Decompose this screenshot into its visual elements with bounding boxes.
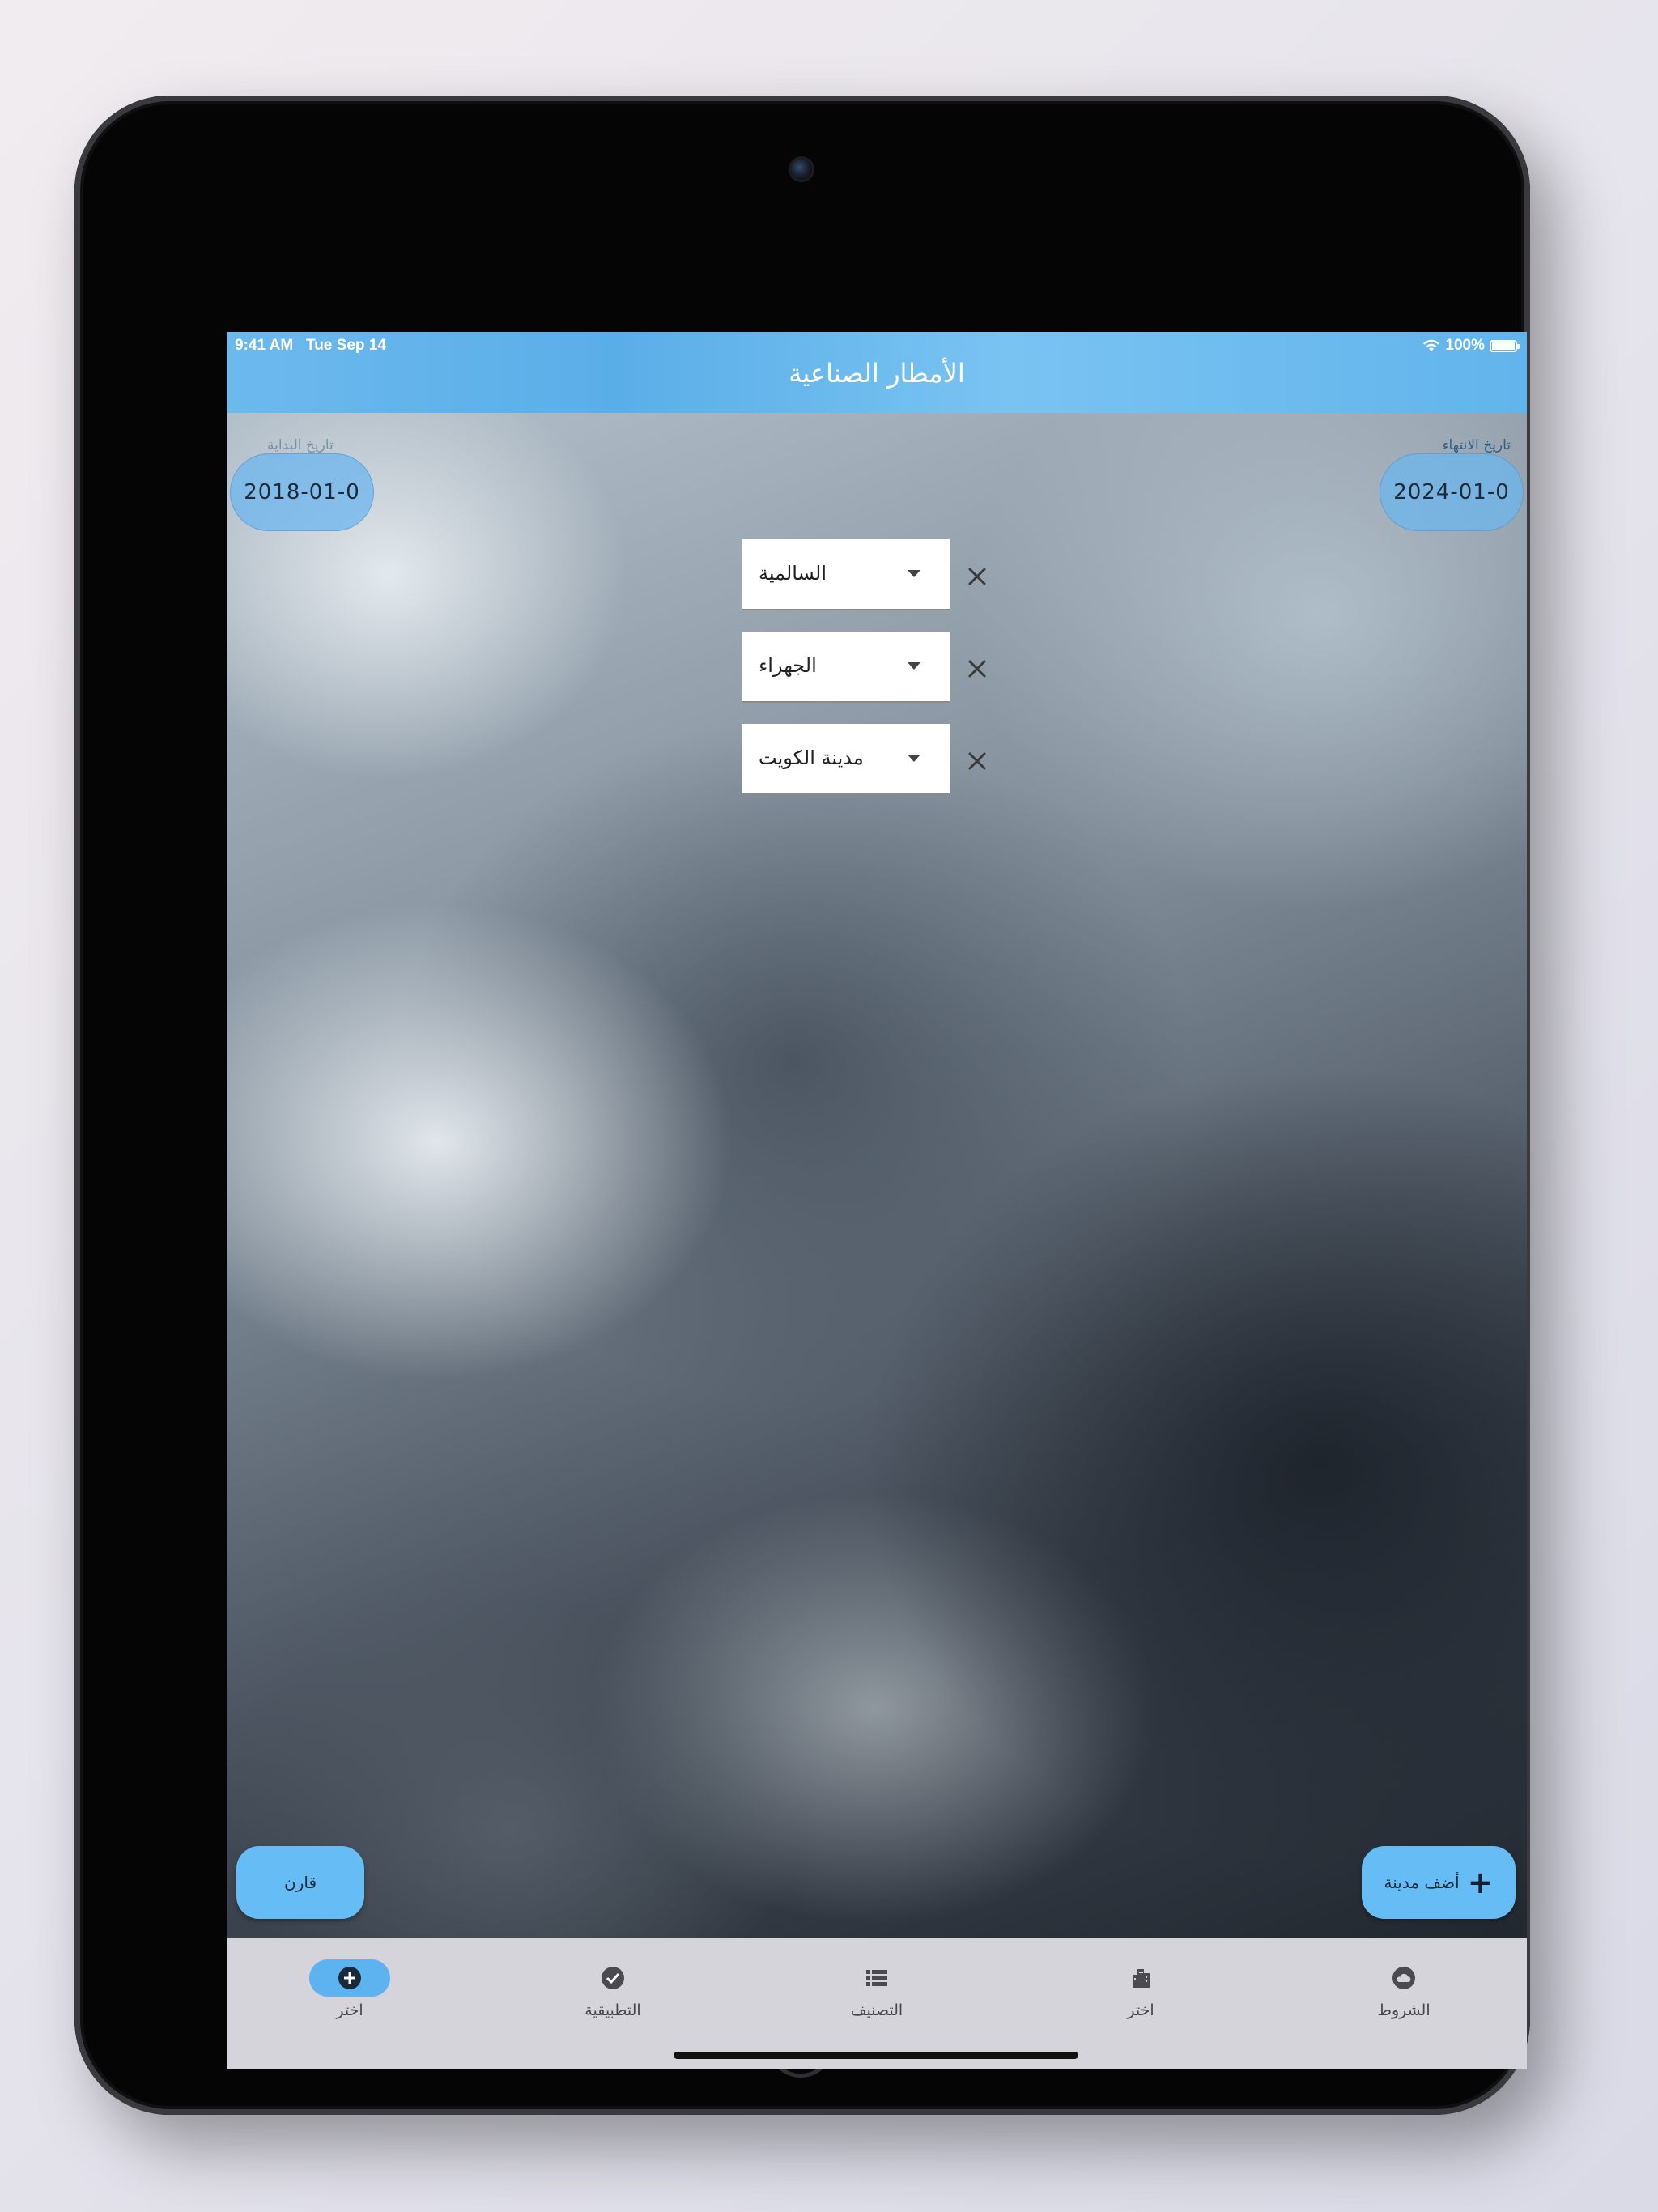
city-dropdown-value: السالمية [759, 562, 827, 585]
nav-icon-container [309, 1959, 390, 1997]
bottom-navigation: اختر التطبيقية التصنيف اختر الشروط [227, 1938, 1527, 2069]
caret-down-icon [908, 662, 920, 670]
cloud-circle-icon [1392, 1967, 1415, 1989]
compare-button-label: قارن [284, 1873, 317, 1892]
front-camera [791, 159, 812, 180]
battery-icon [1490, 339, 1520, 352]
close-icon[interactable] [963, 654, 992, 683]
home-indicator [674, 2052, 1078, 2059]
close-icon[interactable] [963, 562, 992, 591]
add-city-label: أضف مدينة [1384, 1873, 1460, 1892]
end-date-label: تاريخ الانتهاء [1442, 437, 1511, 453]
nav-label: التطبيقية [585, 2001, 641, 2019]
status-bar: 9:41 AM Tue Sep 14 100% [227, 332, 1527, 364]
city-dropdown[interactable]: مدينة الكويت [742, 724, 950, 795]
start-date-button[interactable]: 2018-01-0 [230, 453, 374, 531]
nav-item-city[interactable]: اختر [1060, 1959, 1222, 2019]
caret-down-icon [908, 755, 920, 762]
nav-icon-container [836, 1959, 917, 1997]
nav-label: الشروط [1377, 2001, 1431, 2019]
end-date-button[interactable]: 2024-01-0 [1380, 453, 1524, 531]
close-icon[interactable] [963, 747, 992, 776]
ipad-device-frame: الأمطار الصناعية 9:41 AM Tue Sep 14 100%… [74, 96, 1530, 2115]
caret-down-icon [908, 570, 920, 577]
compare-button[interactable]: قارن [236, 1846, 364, 1919]
nav-item-applied[interactable]: التطبيقية [532, 1959, 694, 2019]
status-date: Tue Sep 14 [306, 337, 386, 354]
city-row: مدينة الكويت [742, 724, 1001, 797]
nav-icon-container [1100, 1959, 1181, 1997]
city-dropdown-value: مدينة الكويت [759, 747, 864, 769]
nav-label: اختر [336, 2001, 363, 2019]
nav-icon-container [1363, 1959, 1444, 1997]
add-city-button[interactable]: أضف مدينة + [1362, 1846, 1516, 1919]
nav-label: اختر [1127, 2001, 1154, 2019]
battery-percent: 100% [1445, 337, 1485, 354]
nav-item-classification[interactable]: التصنيف [796, 1959, 958, 2019]
plus-circle-icon [338, 1967, 361, 1989]
city-icon [1133, 1969, 1150, 1988]
start-date-label: تاريخ البداية [267, 437, 334, 453]
nav-label: التصنيف [850, 2001, 903, 2019]
nav-item-terms[interactable]: الشروط [1323, 1959, 1485, 2019]
nav-item-choose[interactable]: اختر [269, 1959, 431, 2019]
status-indicators: 100% [1422, 337, 1520, 355]
plus-icon: + [1467, 1865, 1494, 1900]
city-dropdown[interactable]: السالمية [742, 539, 950, 610]
city-row: السالمية [742, 539, 1001, 612]
status-clock: 9:41 AM [235, 337, 294, 354]
city-row: الجهراء [742, 632, 1001, 704]
city-dropdown-value: الجهراء [759, 654, 817, 677]
nav-icon-container [572, 1959, 653, 1997]
list-icon [866, 1970, 887, 1986]
wifi-icon [1423, 339, 1440, 351]
check-circle-icon [602, 1967, 624, 1989]
app-screen: الأمطار الصناعية 9:41 AM Tue Sep 14 100%… [227, 332, 1527, 2069]
status-time: 9:41 AM Tue Sep 14 [235, 337, 386, 355]
city-dropdown[interactable]: الجهراء [742, 632, 950, 703]
